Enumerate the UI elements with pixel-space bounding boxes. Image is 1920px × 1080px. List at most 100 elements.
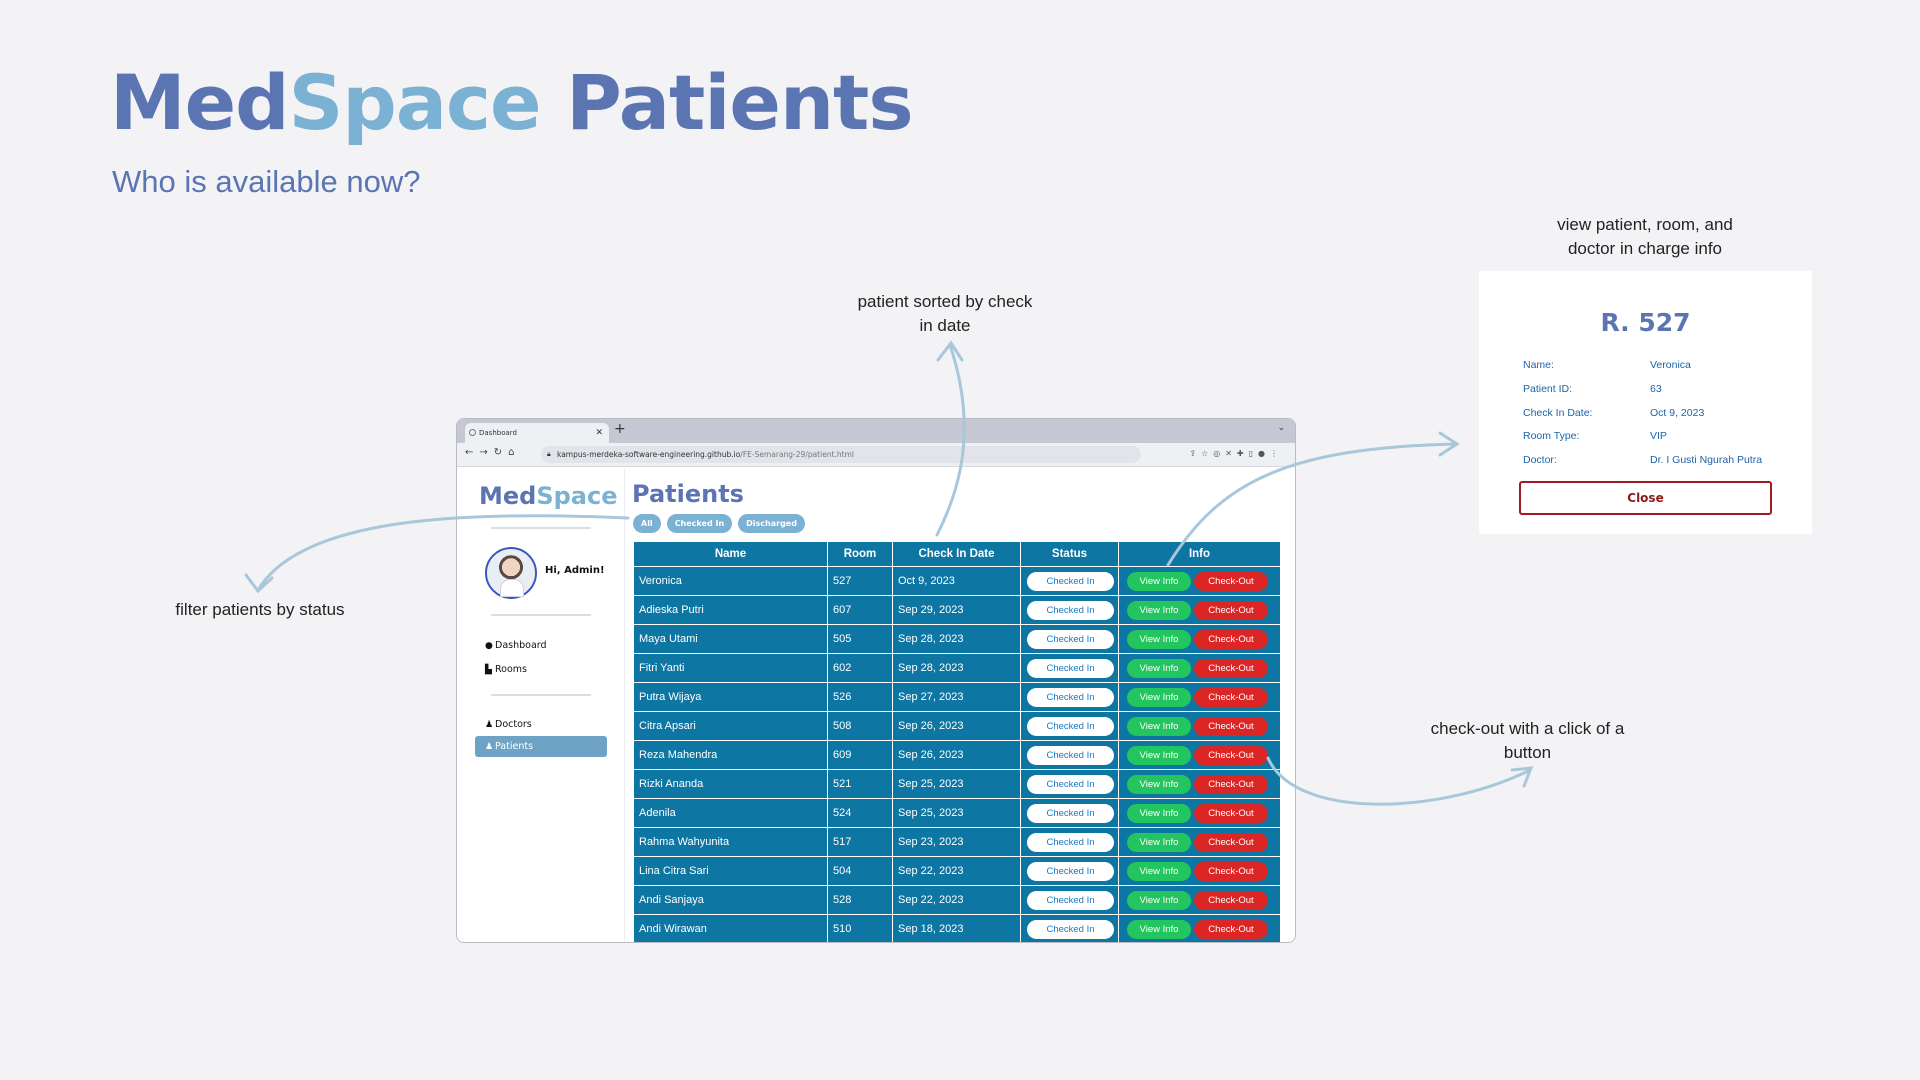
view-info-button[interactable]: View Info — [1127, 919, 1191, 939]
table-header-row: Name Room Check In Date Status Info — [633, 541, 1281, 567]
cell-check-in-date: Sep 23, 2023 — [892, 827, 1021, 857]
table-row: Citra Apsari 508 Sep 26, 2023 Checked In Vie… — [633, 711, 1281, 741]
note-view-line1: view patient, room, and — [1557, 215, 1733, 234]
view-info-button[interactable]: View Info — [1127, 658, 1191, 678]
status-badge[interactable]: Checked In — [1027, 658, 1114, 678]
check-out-button[interactable]: Check-Out — [1194, 687, 1268, 707]
divider — [491, 694, 591, 696]
table-row: Veronica 527 Oct 9, 2023 Checked In View Inf… — [633, 566, 1281, 596]
status-badge[interactable]: Checked In — [1027, 716, 1114, 736]
cell-check-in-date: Sep 26, 2023 — [892, 711, 1021, 741]
url-host: kampus-merdeka-software-engineering.gith… — [557, 450, 741, 459]
status-badge[interactable]: Checked In — [1027, 629, 1114, 649]
status-badge[interactable]: Checked In — [1027, 861, 1114, 881]
note-checkout-line1: check-out with a click of a — [1430, 719, 1625, 738]
view-info-button[interactable]: View Info — [1127, 774, 1191, 794]
check-out-button[interactable]: Check-Out — [1194, 658, 1268, 678]
check-out-button[interactable]: Check-Out — [1194, 919, 1268, 939]
cell-room: 521 — [827, 769, 893, 799]
status-badge[interactable]: Checked In — [1027, 803, 1114, 823]
check-out-button[interactable]: Check-Out — [1194, 571, 1268, 591]
status-badge[interactable]: Checked In — [1027, 571, 1114, 591]
field-label: Patient ID: — [1523, 383, 1573, 395]
check-out-button[interactable]: Check-Out — [1194, 600, 1268, 620]
cell-name: Adenila — [633, 798, 828, 828]
cell-name: Andi Sanjaya — [633, 885, 828, 915]
check-out-button[interactable]: Check-Out — [1194, 745, 1268, 765]
cell-room: 505 — [827, 624, 893, 654]
column-header-name[interactable]: Name — [633, 541, 828, 567]
status-badge[interactable]: Checked In — [1027, 600, 1114, 620]
check-out-button[interactable]: Check-Out — [1194, 629, 1268, 649]
status-badge[interactable]: Checked In — [1027, 687, 1114, 707]
divider — [491, 527, 591, 529]
check-out-button[interactable]: Check-Out — [1194, 890, 1268, 910]
column-header-room[interactable]: Room — [827, 541, 893, 567]
sidebar: MedSpace Hi, Admin! ● Dashboard ▙ Rooms ♟ D… — [457, 468, 625, 942]
chevron-down-icon[interactable]: ⌄ — [1277, 423, 1285, 433]
check-out-button[interactable]: Check-Out — [1194, 861, 1268, 881]
close-tab-icon[interactable]: ✕ — [595, 423, 603, 443]
cell-room: 524 — [827, 798, 893, 828]
table-row: Fitri Yanti 602 Sep 28, 2023 Checked In View… — [633, 653, 1281, 683]
cell-check-in-date: Sep 22, 2023 — [892, 856, 1021, 886]
sidebar-item-patients[interactable]: ♟ Patients — [475, 736, 607, 757]
status-badge[interactable]: Checked In — [1027, 832, 1114, 852]
sidebar-item-doctors[interactable]: ♟ Doctors — [485, 719, 532, 730]
table-row: Rizki Ananda 521 Sep 25, 2023 Checked In Vie… — [633, 769, 1281, 799]
modal-field-room-type: Room Type: VIP — [1523, 430, 1667, 442]
status-badge[interactable]: Checked In — [1027, 919, 1114, 939]
nav-icons[interactable]: ←→↻⌂ — [465, 447, 520, 458]
view-info-button[interactable]: View Info — [1127, 832, 1191, 852]
view-info-button[interactable]: View Info — [1127, 571, 1191, 591]
column-header-check-in-date[interactable]: Check In Date — [892, 541, 1021, 567]
cell-room: 528 — [827, 885, 893, 915]
status-badge[interactable]: Checked In — [1027, 745, 1114, 765]
view-info-button[interactable]: View Info — [1127, 745, 1191, 765]
cell-room: 504 — [827, 856, 893, 886]
cell-check-in-date: Oct 9, 2023 — [892, 566, 1021, 596]
browser-tab[interactable]: Dashboard ✕ — [465, 423, 609, 443]
status-badge[interactable]: Checked In — [1027, 890, 1114, 910]
view-info-button[interactable]: View Info — [1127, 629, 1191, 649]
check-out-button[interactable]: Check-Out — [1194, 803, 1268, 823]
logo-med: Med — [479, 482, 537, 510]
filter-discharged-button[interactable]: Discharged — [738, 514, 805, 533]
view-info-button[interactable]: View Info — [1127, 861, 1191, 881]
cell-name: Reza Mahendra — [633, 740, 828, 770]
view-info-button[interactable]: View Info — [1127, 803, 1191, 823]
sidebar-item-rooms[interactable]: ▙ Rooms — [485, 664, 527, 675]
cell-check-in-date: Sep 18, 2023 — [892, 914, 1021, 942]
note-view-line2: doctor in charge info — [1567, 239, 1723, 258]
logo-space: Space — [536, 482, 618, 510]
cell-info: View Info Check-Out — [1118, 740, 1281, 770]
view-info-button[interactable]: View Info — [1127, 687, 1191, 707]
check-out-button[interactable]: Check-Out — [1194, 716, 1268, 736]
check-out-button[interactable]: Check-Out — [1194, 774, 1268, 794]
note-sorted: patient sorted by check in date — [840, 290, 1050, 338]
table-row: Putra Wijaya 526 Sep 27, 2023 Checked In Vie… — [633, 682, 1281, 712]
cell-info: View Info Check-Out — [1118, 566, 1281, 596]
cell-status: Checked In — [1020, 798, 1119, 828]
cell-name: Rizki Ananda — [633, 769, 828, 799]
modal-field-patient-id: Patient ID: 63 — [1523, 383, 1662, 395]
address-bar[interactable]: 🔒︎ kampus-merdeka-software-engineering.g… — [541, 446, 1141, 463]
table-row: Lina Citra Sari 504 Sep 22, 2023 Checked In… — [633, 856, 1281, 886]
column-header-status[interactable]: Status — [1020, 541, 1119, 567]
filter-checked-in-button[interactable]: Checked In — [666, 514, 733, 533]
cell-room: 607 — [827, 595, 893, 625]
new-tab-icon[interactable]: + — [614, 421, 626, 437]
view-info-button[interactable]: View Info — [1127, 716, 1191, 736]
cell-name: Andi Wirawan — [633, 914, 828, 942]
cell-room: 517 — [827, 827, 893, 857]
sidebar-item-dashboard[interactable]: ● Dashboard — [485, 640, 547, 651]
view-info-button[interactable]: View Info — [1127, 600, 1191, 620]
close-button[interactable]: Close — [1519, 481, 1772, 515]
check-out-button[interactable]: Check-Out — [1194, 832, 1268, 852]
filter-all-button[interactable]: All — [633, 514, 661, 533]
view-info-button[interactable]: View Info — [1127, 890, 1191, 910]
status-badge[interactable]: Checked In — [1027, 774, 1114, 794]
extension-icons[interactable]: ⇪☆◎✕✚▯●⋮ — [1189, 449, 1283, 458]
sidebar-logo[interactable]: MedSpace — [479, 482, 618, 510]
arrowhead-sorted — [936, 340, 964, 362]
